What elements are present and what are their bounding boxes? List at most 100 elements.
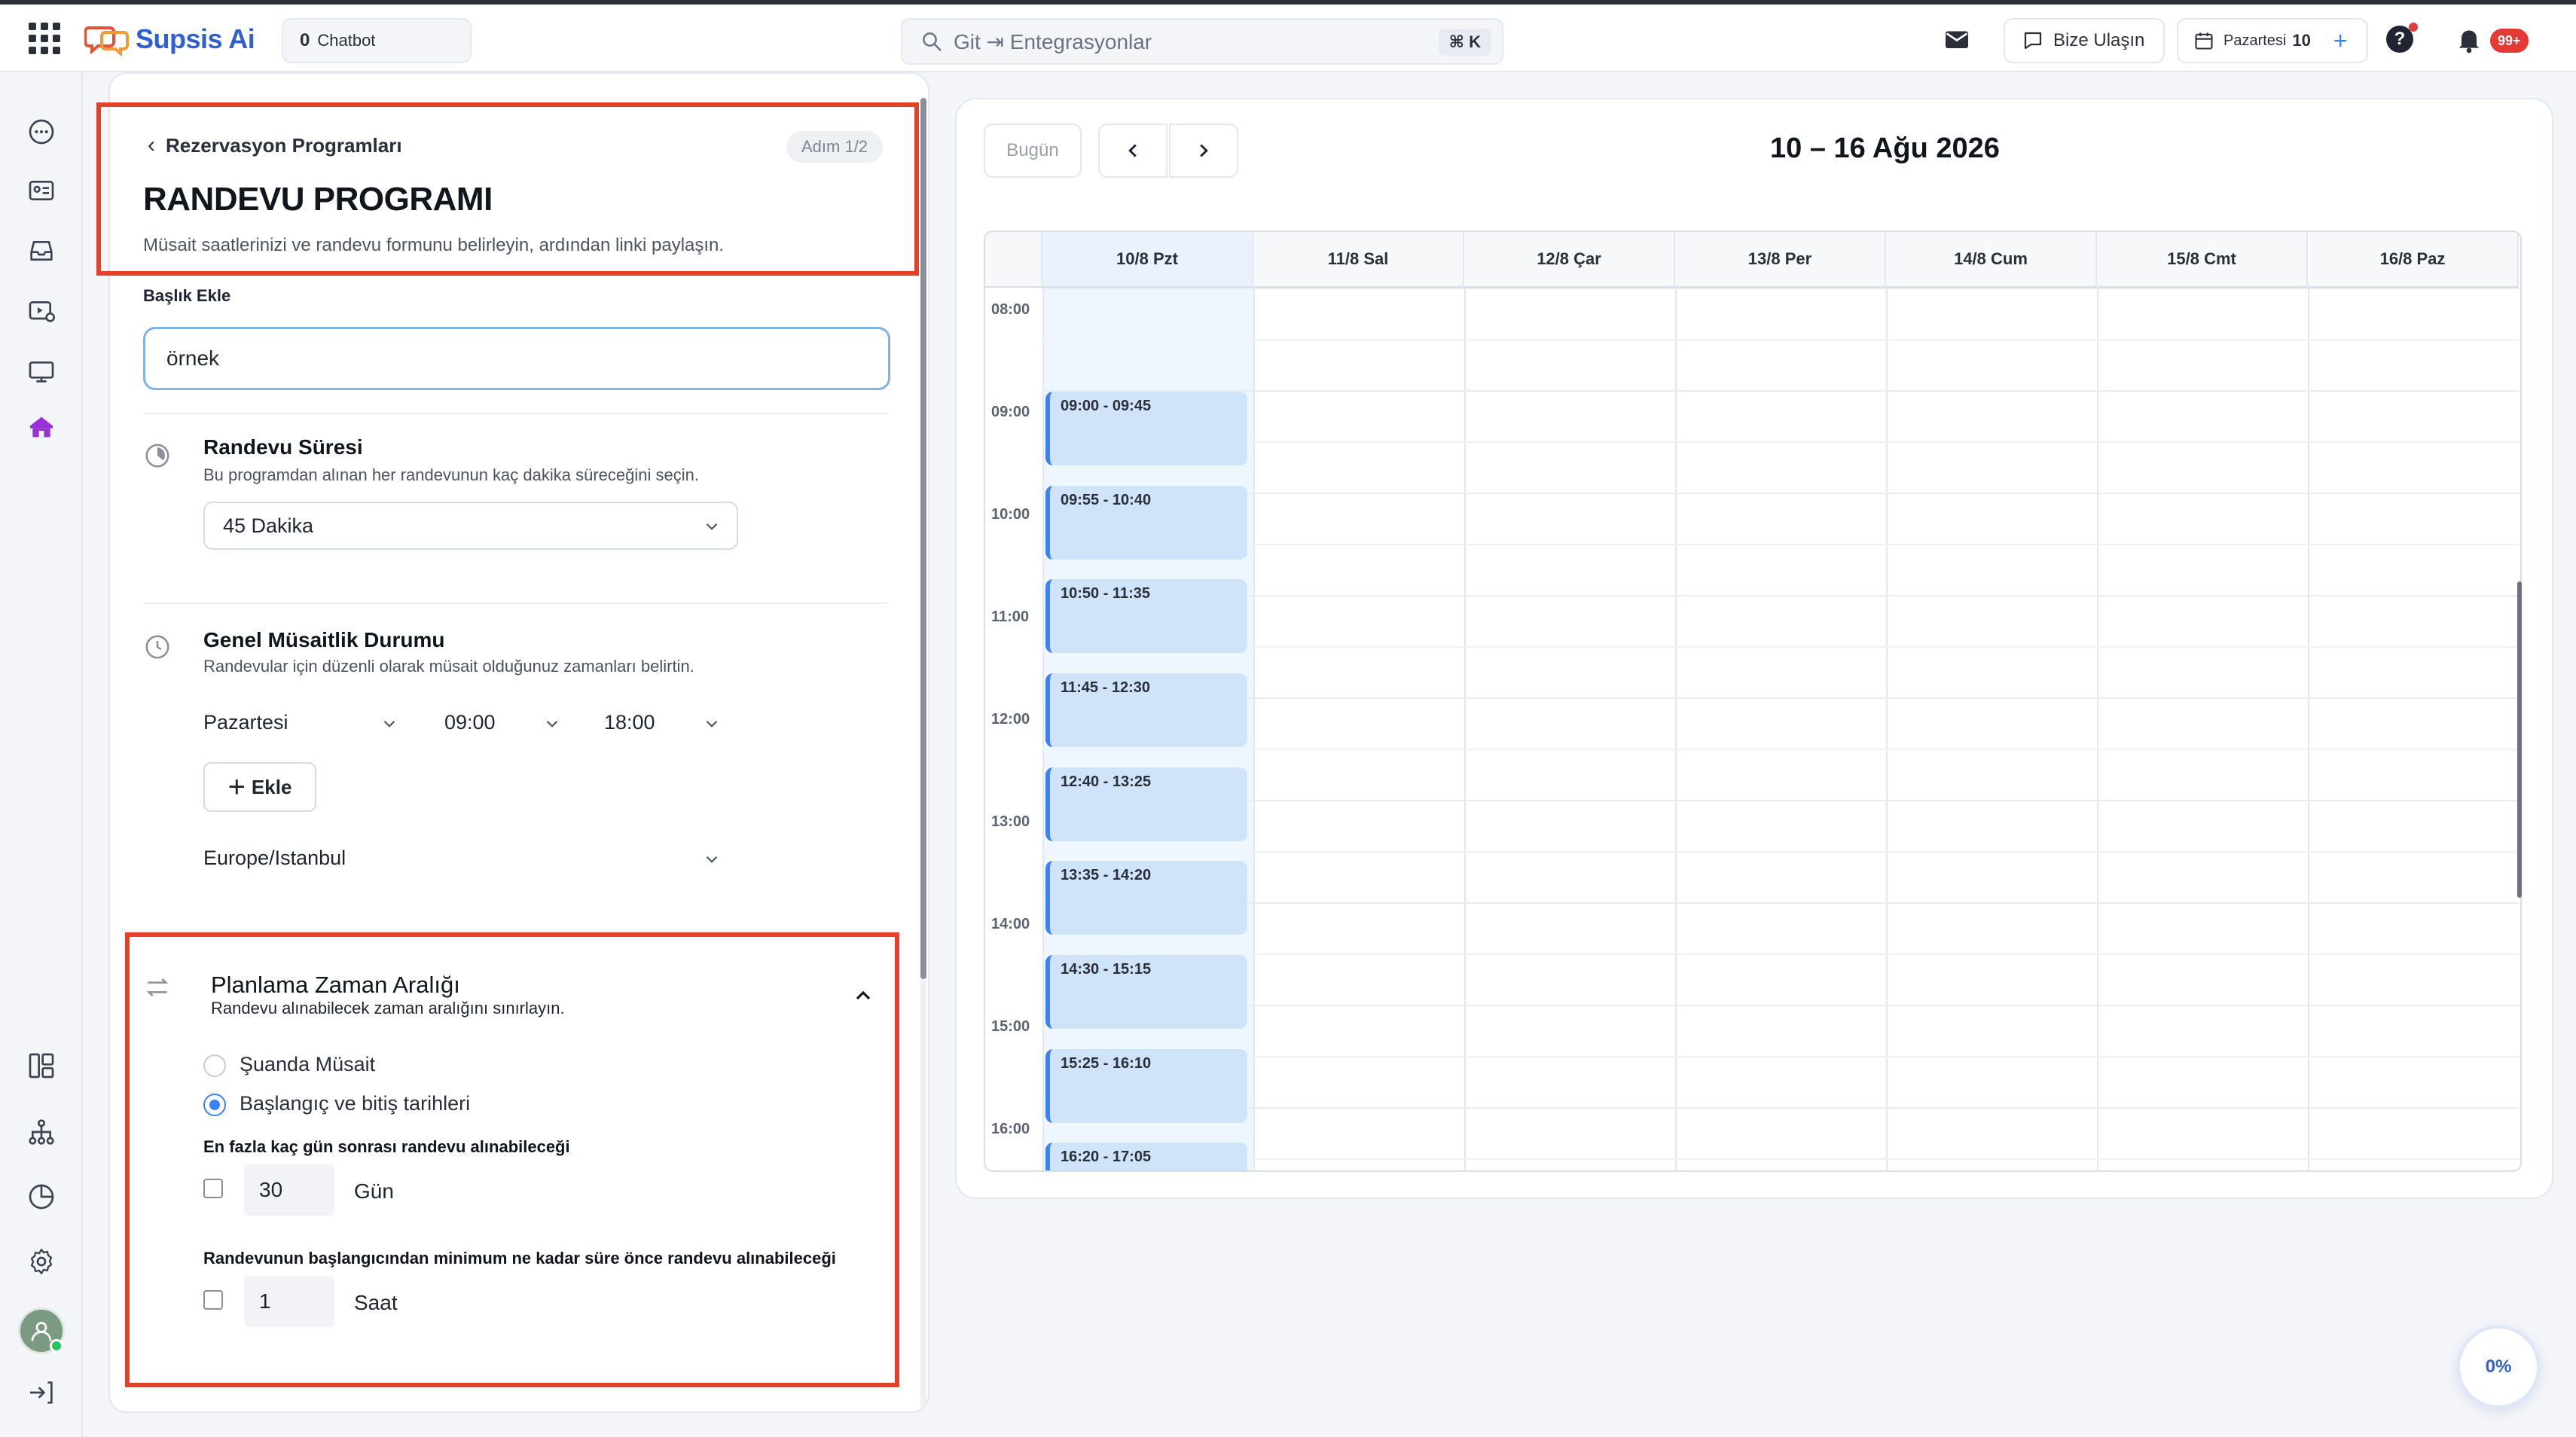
contacts-icon[interactable] bbox=[24, 173, 59, 208]
chat-icon[interactable] bbox=[24, 114, 59, 149]
hour-line bbox=[1042, 800, 2519, 801]
analytics-icon[interactable] bbox=[24, 1179, 59, 1214]
calendar-scrollbar-thumb[interactable] bbox=[2517, 581, 2522, 898]
availability-end-select[interactable]: 18:00 bbox=[604, 711, 655, 734]
chevron-down-icon bbox=[706, 523, 718, 530]
progress-indicator[interactable]: 0% bbox=[2457, 1326, 2540, 1408]
availability-start-select[interactable]: 09:00 bbox=[444, 711, 496, 734]
title-field-label: Başlık Ekle bbox=[143, 286, 231, 305]
day-header[interactable]: 15/8 Cmt bbox=[2097, 232, 2308, 288]
day-header[interactable]: 12/8 Çar bbox=[1464, 232, 1675, 288]
appointment-slot[interactable]: 16:20 - 17:05 bbox=[1045, 1143, 1247, 1170]
mail-icon[interactable] bbox=[1939, 21, 1975, 57]
half-hour-line bbox=[1042, 749, 2519, 750]
chevron-down-icon[interactable] bbox=[542, 714, 562, 734]
chevron-down-icon[interactable] bbox=[702, 850, 722, 869]
min-notice-label: Randevunun başlangıcından minimum ne kad… bbox=[203, 1249, 836, 1268]
search-input[interactable]: Git ⇥ Entegrasyonlar ⌘ K bbox=[901, 18, 1503, 65]
day-header[interactable]: 16/8 Paz bbox=[2308, 232, 2519, 288]
duration-title: Randevu Süresi bbox=[203, 435, 363, 459]
contact-us-button[interactable]: Bize Ulaşın bbox=[2004, 18, 2165, 63]
half-hour-line bbox=[1042, 544, 2519, 545]
duration-select[interactable]: 45 Dakika bbox=[203, 502, 738, 550]
hour-label: 12:00 bbox=[991, 711, 1030, 728]
appointment-slot[interactable]: 13:35 - 14:20 bbox=[1045, 861, 1247, 935]
clock-icon bbox=[145, 635, 169, 659]
bell-icon[interactable] bbox=[2454, 24, 2484, 54]
add-availability-button[interactable]: + Ekle bbox=[203, 762, 316, 812]
monitor-icon[interactable] bbox=[24, 354, 59, 389]
hour-line bbox=[1042, 390, 2519, 392]
previous-week-button[interactable] bbox=[1098, 124, 1167, 178]
settings-icon[interactable] bbox=[24, 1244, 59, 1279]
hierarchy-icon[interactable] bbox=[24, 1115, 59, 1149]
hour-label: 09:00 bbox=[991, 404, 1030, 420]
layout-icon[interactable] bbox=[24, 1048, 59, 1083]
add-event-plus-icon[interactable]: + bbox=[2333, 27, 2348, 55]
radio-now-label: Şuanda Müsait bbox=[240, 1053, 376, 1075]
next-week-button[interactable] bbox=[1169, 124, 1238, 178]
back-link[interactable]: ‹ Rezervasyon Programları bbox=[148, 133, 402, 158]
appointment-slot[interactable]: 09:00 - 09:45 bbox=[1045, 392, 1247, 465]
appointment-slot[interactable]: 14:30 - 15:15 bbox=[1045, 955, 1247, 1029]
timer-icon bbox=[145, 444, 169, 468]
home-icon[interactable] bbox=[24, 410, 59, 444]
apps-grid-icon[interactable] bbox=[29, 23, 60, 54]
hour-line bbox=[1042, 1107, 2519, 1109]
max-days-label: En fazla kaç gün sonrası randevu alınabi… bbox=[203, 1137, 570, 1156]
supsis-logo-icon bbox=[84, 26, 129, 56]
logout-icon[interactable] bbox=[24, 1375, 59, 1410]
min-notice-input[interactable]: 1 bbox=[244, 1276, 334, 1327]
page-subtitle: Müsait saatlerinizi ve randevu formunu b… bbox=[143, 235, 725, 255]
min-notice-checkbox[interactable] bbox=[203, 1290, 223, 1310]
timezone-select[interactable]: Europe/Istanbul bbox=[203, 847, 346, 870]
title-input[interactable] bbox=[143, 327, 890, 390]
calendar-day-button[interactable]: Pazartesi 10 + bbox=[2177, 18, 2368, 63]
chevron-up-icon[interactable] bbox=[851, 984, 875, 1008]
brand-logo[interactable]: Supsis Ai bbox=[84, 18, 255, 60]
day-label: Pazartesi bbox=[2223, 32, 2287, 49]
max-days-checkbox[interactable] bbox=[203, 1179, 223, 1198]
hour-label: 14:00 bbox=[991, 916, 1030, 932]
media-settings-icon[interactable] bbox=[24, 294, 59, 328]
hour-line bbox=[1042, 902, 2519, 904]
chevron-down-icon[interactable] bbox=[380, 714, 399, 734]
availability-description: Randevular için düzenli olarak müsait ol… bbox=[203, 657, 694, 676]
inbox-icon[interactable] bbox=[24, 233, 59, 268]
day-column-divider bbox=[1253, 288, 1255, 1170]
chevron-down-icon[interactable] bbox=[702, 714, 722, 734]
appointment-slot[interactable]: 11:45 - 12:30 bbox=[1045, 673, 1247, 747]
page-title: RANDEVU PROGRAMI bbox=[143, 181, 493, 218]
half-hour-line bbox=[1042, 1056, 2519, 1057]
hour-label: 16:00 bbox=[991, 1121, 1030, 1137]
day-header[interactable]: 13/8 Per bbox=[1675, 232, 1886, 288]
today-button[interactable]: Bugün bbox=[984, 124, 1082, 178]
day-header[interactable]: 10/8 Pzt bbox=[1042, 232, 1253, 288]
chevron-right-icon bbox=[1200, 144, 1208, 157]
day-column-divider bbox=[1675, 288, 1677, 1170]
appointment-slot[interactable]: 10:50 - 11:35 bbox=[1045, 579, 1247, 654]
form-scrollbar-thumb[interactable] bbox=[920, 98, 926, 979]
hour-label: 15:00 bbox=[991, 1018, 1030, 1035]
back-link-label: Rezervasyon Programları bbox=[166, 133, 402, 157]
calendar-icon bbox=[2195, 32, 2213, 50]
search-icon bbox=[923, 32, 942, 51]
hour-line bbox=[1042, 595, 2519, 596]
plus-icon: + bbox=[227, 770, 246, 804]
hour-line bbox=[1042, 288, 2519, 289]
radio-now-available[interactable] bbox=[203, 1054, 226, 1077]
contact-us-label: Bize Ulaşın bbox=[2053, 30, 2145, 50]
week-grid: 10/8 Pzt 11/8 Sal 12/8 Çar 13/8 Per 14/8 Cum… bbox=[984, 230, 2522, 1172]
brand-name: Supsis Ai bbox=[136, 23, 255, 54]
day-header[interactable]: 14/8 Cum bbox=[1886, 232, 2097, 288]
radio-date-range[interactable] bbox=[203, 1094, 226, 1116]
appointment-slot[interactable]: 12:40 - 13:25 bbox=[1045, 767, 1247, 841]
appointment-slot[interactable]: 15:25 - 16:10 bbox=[1045, 1048, 1247, 1123]
appointment-slot[interactable]: 09:55 - 10:40 bbox=[1045, 485, 1247, 560]
availability-day-select[interactable]: Pazartesi bbox=[203, 711, 288, 734]
chatbot-selector[interactable]: 0 Chatbot bbox=[282, 18, 472, 63]
hour-label: 10:00 bbox=[991, 506, 1030, 523]
max-days-input[interactable]: 30 bbox=[244, 1164, 334, 1216]
half-hour-line bbox=[1042, 646, 2519, 648]
day-header[interactable]: 11/8 Sal bbox=[1253, 232, 1464, 288]
